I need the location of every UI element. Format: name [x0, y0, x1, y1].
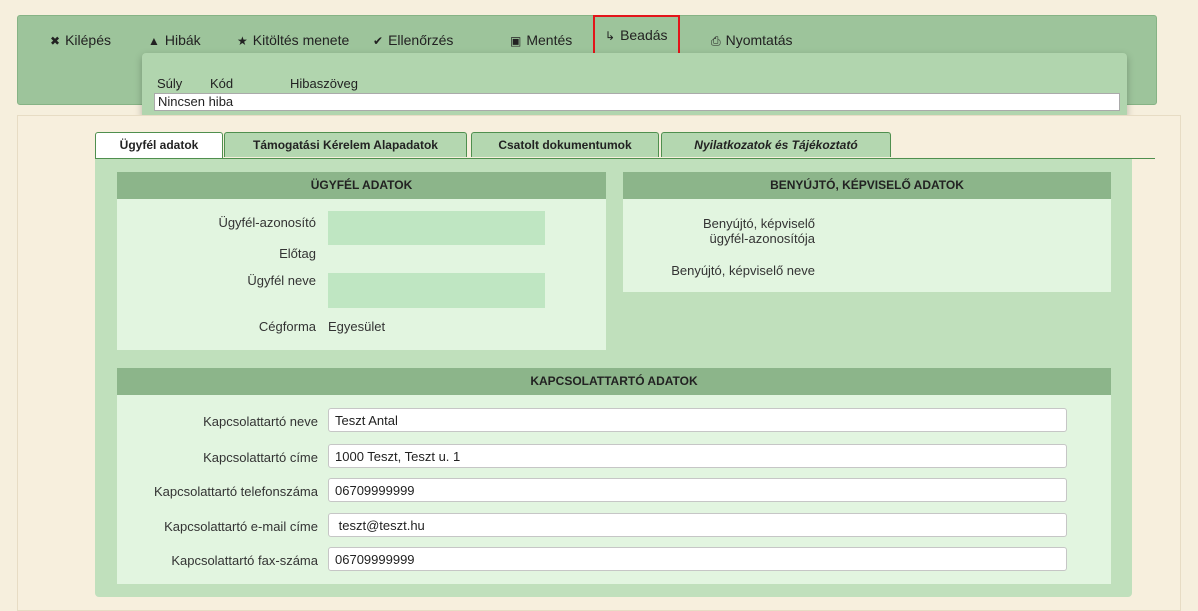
error-col-weight: Súly: [157, 76, 183, 91]
tab-support-request[interactable]: Támogatási Kérelem Alapadatok: [224, 132, 467, 157]
save-icon: ▣: [510, 34, 522, 48]
warning-icon: ▲: [148, 34, 160, 48]
fill-guide-button-label: Kitöltés menete: [252, 32, 350, 48]
save-button-label: Mentés: [526, 32, 573, 48]
close-icon: ✖: [50, 34, 61, 48]
errors-button[interactable]: ▲ Hibák: [148, 29, 201, 51]
contact-fax-input[interactable]: 06709999999: [328, 547, 1067, 571]
errors-button-label: Hibák: [164, 32, 201, 48]
print-button[interactable]: ⎙ Nyomtatás: [711, 29, 793, 51]
exit-button-label: Kilépés: [65, 32, 111, 48]
client-data-section: ÜGYFÉL ADATOK Ügyfél-azonosító Előtag Üg…: [117, 172, 606, 350]
contact-address-label: Kapcsolattartó címe: [203, 450, 318, 465]
fill-guide-button[interactable]: ★ Kitöltés menete: [237, 29, 349, 51]
error-panel: Súly Kód Hibaszöveg Nincsen hiba: [142, 53, 1127, 118]
client-name-field: [328, 273, 545, 308]
exit-button[interactable]: ✖ Kilépés: [50, 29, 111, 51]
print-button-label: Nyomtatás: [725, 32, 793, 48]
submit-button-label: Beadás: [620, 27, 668, 43]
contact-phone-input[interactable]: 06709999999: [328, 478, 1067, 502]
star-icon: ★: [237, 34, 248, 48]
error-col-code: Kód: [210, 76, 234, 91]
contact-name-label: Kapcsolattartó neve: [203, 414, 318, 429]
client-id-field: [328, 211, 545, 245]
contact-section: KAPCSOLATTARTÓ ADATOK Kapcsolattartó nev…: [117, 368, 1111, 584]
contact-title: KAPCSOLATTARTÓ ADATOK: [117, 368, 1111, 395]
tab-declarations[interactable]: Nyilatkozatok és Tájékoztató: [661, 132, 891, 157]
submitter-name-label: Benyújtó, képviselő neve: [671, 263, 815, 278]
tab-client-data[interactable]: Ügyfél adatok: [95, 132, 223, 158]
check-button[interactable]: ✔ Ellenőrzés: [373, 29, 453, 51]
company-form-value: Egyesület: [328, 319, 386, 334]
client-id-label: Ügyfél-azonosító: [218, 215, 316, 230]
check-icon: ✔: [373, 34, 384, 48]
submitter-title: BENYÚJTÓ, KÉPVISELŐ ADATOK: [623, 172, 1111, 199]
tab-attached-documents[interactable]: Csatolt dokumentumok: [471, 132, 659, 157]
contact-email-input[interactable]: teszt@teszt.hu: [328, 513, 1067, 537]
error-message-field[interactable]: Nincsen hiba: [154, 93, 1120, 111]
contact-address-input[interactable]: 1000 Teszt, Teszt u. 1: [328, 444, 1067, 468]
client-name-label: Ügyfél neve: [247, 273, 316, 288]
submit-button[interactable]: ↳ Beadás: [593, 15, 680, 55]
submitter-id-label: Benyújtó, képviselő: [702, 216, 815, 231]
client-data-title: ÜGYFÉL ADATOK: [117, 172, 606, 199]
error-col-text: Hibaszöveg: [290, 76, 358, 91]
submitter-id-label-line2: ügyfél-azonosítója: [709, 231, 815, 246]
prefix-label: Előtag: [279, 246, 316, 261]
print-icon: ⎙: [711, 34, 721, 48]
submitter-section: BENYÚJTÓ, KÉPVISELŐ ADATOK Benyújtó, kép…: [623, 172, 1111, 292]
contact-name-input[interactable]: Teszt Antal: [328, 408, 1067, 432]
contact-phone-label: Kapcsolattartó telefonszáma: [153, 484, 318, 499]
company-form-label: Cégforma: [258, 319, 316, 334]
contact-fax-label: Kapcsolattartó fax-száma: [171, 553, 318, 568]
contact-email-label: Kapcsolattartó e-mail címe: [164, 519, 318, 534]
save-button[interactable]: ▣ Mentés: [510, 29, 572, 51]
submit-icon: ↳: [605, 29, 616, 43]
check-button-label: Ellenőrzés: [388, 32, 454, 48]
